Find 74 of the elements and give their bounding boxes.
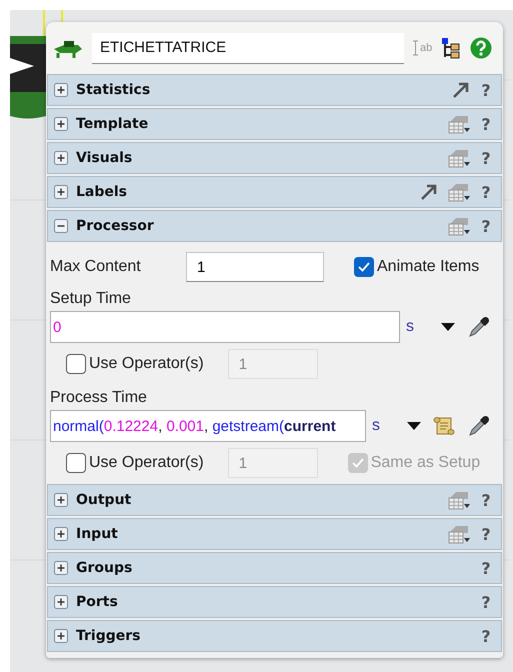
- help-mark[interactable]: ?: [479, 216, 493, 236]
- section-header[interactable]: Visuals ?: [47, 142, 502, 174]
- section-header[interactable]: Input ?: [47, 518, 502, 550]
- checkbox[interactable]: [66, 453, 86, 473]
- expand-icon[interactable]: [54, 629, 68, 643]
- section-header[interactable]: Triggers ?: [47, 620, 502, 652]
- help-mark[interactable]: ?: [479, 558, 493, 578]
- eyedropper-icon[interactable]: [467, 315, 491, 339]
- section-header[interactable]: Processor ?: [47, 210, 502, 242]
- collapse-icon[interactable]: [54, 219, 68, 233]
- section-header[interactable]: Statistics ?: [47, 74, 502, 106]
- expand-icon[interactable]: [54, 83, 68, 97]
- expression-field[interactable]: 0: [50, 311, 400, 343]
- table-menu-icon[interactable]: [447, 181, 471, 203]
- unit-label: s: [406, 318, 415, 336]
- section-header[interactable]: Output ?: [47, 484, 502, 516]
- table-menu-icon[interactable]: [447, 147, 471, 169]
- table-menu-icon[interactable]: [447, 523, 471, 545]
- expand-icon[interactable]: [54, 595, 68, 609]
- object-name-field[interactable]: ETICHETTATRICE: [92, 32, 404, 64]
- expand-icon[interactable]: [54, 117, 68, 131]
- text-cursor-icon: [412, 40, 419, 56]
- field-label: Max Content: [50, 258, 142, 276]
- section-title: Visuals: [76, 150, 134, 166]
- max-content-field[interactable]: 1: [186, 252, 324, 282]
- table-menu-icon[interactable]: [447, 113, 471, 135]
- diagonal-arrow-icon[interactable]: [451, 80, 471, 100]
- checkbox-label: Animate Items: [377, 258, 480, 276]
- section-header[interactable]: Labels ?: [47, 176, 502, 208]
- scroll-icon[interactable]: [433, 415, 455, 437]
- checkmark-icon: [352, 458, 364, 468]
- section-title: Output: [76, 492, 132, 508]
- expand-icon[interactable]: [54, 493, 68, 507]
- help-icon[interactable]: [470, 37, 492, 59]
- caret-icon[interactable]: [441, 323, 455, 331]
- expand-icon[interactable]: [54, 185, 68, 199]
- checkbox-label: Use Operator(s): [89, 355, 204, 373]
- caret-icon[interactable]: [407, 422, 421, 430]
- help-mark[interactable]: ?: [479, 80, 493, 100]
- expression-field[interactable]: normal(0.12224, 0.001, getstream(current: [50, 410, 366, 442]
- table-menu-icon[interactable]: [447, 489, 471, 511]
- section-title: Labels: [76, 184, 128, 200]
- expand-icon[interactable]: [54, 561, 68, 575]
- checkmark-icon: [358, 262, 370, 272]
- expand-icon[interactable]: [54, 527, 68, 541]
- section-title: Template: [76, 116, 150, 132]
- section-title: Groups: [76, 560, 134, 576]
- tree-icon[interactable]: [440, 37, 462, 59]
- help-mark[interactable]: ?: [479, 182, 493, 202]
- help-mark[interactable]: ?: [479, 524, 493, 544]
- section-title: Ports: [76, 594, 119, 610]
- section-header[interactable]: Groups ?: [47, 552, 502, 584]
- diagonal-arrow-icon[interactable]: [419, 182, 439, 202]
- section-header[interactable]: Template ?: [47, 108, 502, 140]
- help-mark[interactable]: ?: [479, 592, 493, 612]
- checkbox-label: Use Operator(s): [89, 454, 204, 472]
- section-title: Statistics: [76, 82, 152, 98]
- help-mark[interactable]: ?: [479, 490, 493, 510]
- checkbox-label: Same as Setup: [370, 454, 480, 472]
- checkbox[interactable]: [354, 257, 374, 277]
- checkbox[interactable]: [66, 354, 86, 374]
- section-header[interactable]: Ports ?: [47, 586, 502, 618]
- section-title: Triggers: [76, 628, 142, 644]
- unit-label: s: [372, 417, 381, 435]
- help-mark[interactable]: ?: [479, 148, 493, 168]
- field-label: Setup Time: [50, 290, 132, 308]
- help-mark[interactable]: ?: [479, 114, 493, 134]
- expand-icon[interactable]: [54, 151, 68, 165]
- field-label: Process Time: [50, 389, 148, 407]
- table-menu-icon[interactable]: [447, 215, 471, 237]
- help-mark[interactable]: ?: [479, 626, 493, 646]
- section-title: Processor: [76, 218, 155, 234]
- section-title: Input: [76, 526, 119, 542]
- eyedropper-icon[interactable]: [467, 414, 491, 438]
